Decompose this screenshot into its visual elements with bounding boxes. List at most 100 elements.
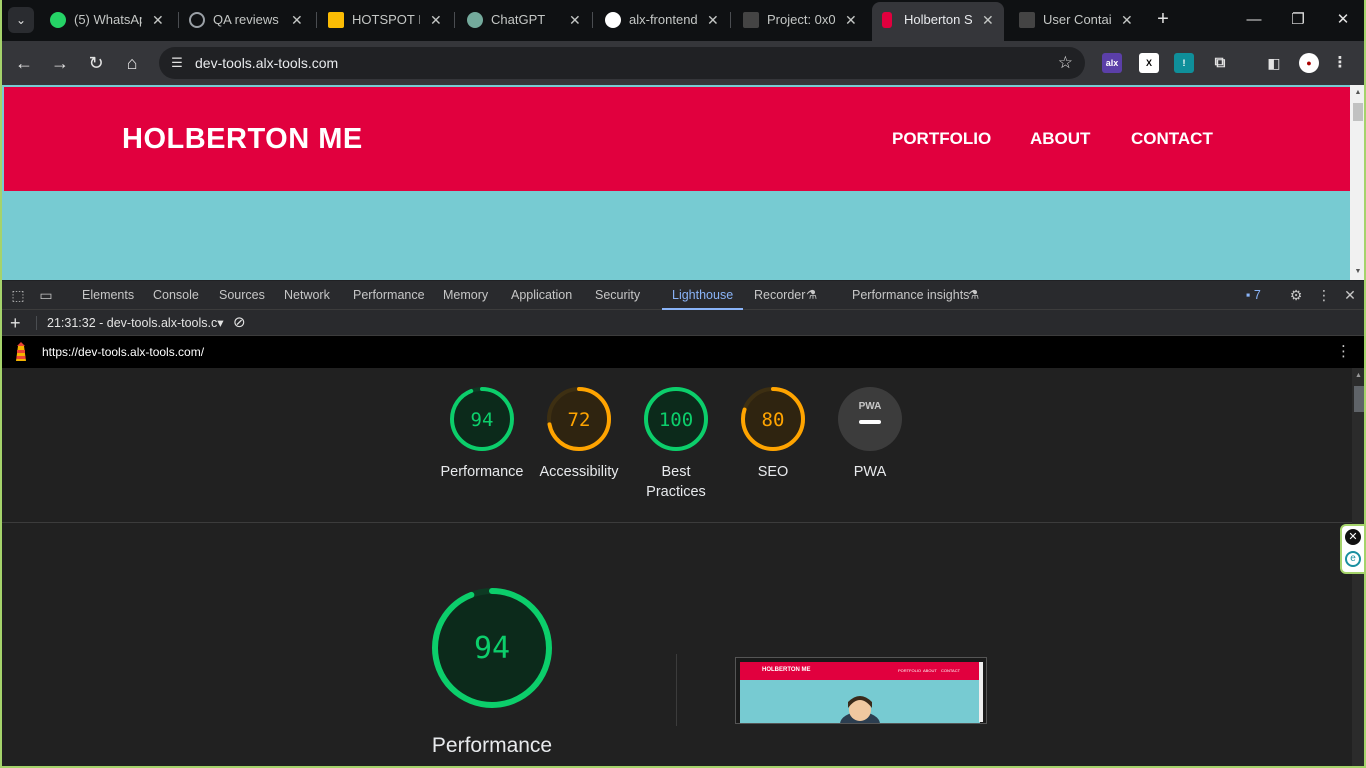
score-gauge-best-practices[interactable]: 100 Best Practices bbox=[626, 386, 726, 502]
nav-portfolio[interactable]: PORTFOLIO bbox=[892, 129, 991, 149]
site-info-icon[interactable]: ☰ bbox=[167, 53, 187, 73]
holberton-icon bbox=[882, 12, 892, 28]
chatgpt-icon bbox=[467, 12, 483, 28]
report-url-bar: https://dev-tools.alx-tools.com/ ⋮ bbox=[2, 336, 1364, 368]
browser-tab[interactable]: User Contain ✕ bbox=[1019, 6, 1137, 34]
tab-security[interactable]: Security bbox=[595, 281, 640, 310]
lighthouse-report: 94 Performance 72 Accessibility 100 Best Prac… bbox=[2, 368, 1352, 766]
main-score-value: 94 bbox=[474, 631, 510, 666]
devtools-menu-icon[interactable]: ⋮ bbox=[1315, 286, 1333, 304]
close-icon[interactable]: ✕ bbox=[1345, 529, 1361, 545]
score-gauge-performance[interactable]: 94 Performance bbox=[432, 386, 532, 482]
score-gauge-pwa[interactable]: PWA PWA bbox=[820, 386, 920, 482]
issues-icon: ▪ bbox=[1246, 288, 1251, 302]
browser-tab[interactable]: alx-frontend ✕ bbox=[605, 6, 725, 34]
close-tab-icon[interactable]: ✕ bbox=[430, 6, 442, 34]
address-bar[interactable]: ☰ dev-tools.alx-tools.com ☆ bbox=[159, 47, 1085, 79]
back-button[interactable]: ← bbox=[12, 51, 36, 75]
browser-window: ⌄ (5) WhatsApp ✕ QA reviews | ✕ HOTSPOT … bbox=[0, 0, 1366, 768]
home-button[interactable]: ⌂ bbox=[120, 51, 144, 75]
site-logo[interactable]: HOLBERTON ME bbox=[122, 123, 363, 156]
score-label: Best Practices bbox=[646, 464, 706, 500]
page-screenshot-thumbnail[interactable]: HOLBERTON ME PORTFOLIO ABOUT CONTACT bbox=[735, 657, 987, 724]
score-label: Performance bbox=[440, 464, 524, 480]
score-value: 100 bbox=[659, 409, 693, 431]
tab-lighthouse[interactable]: Lighthouse bbox=[662, 281, 744, 310]
edge-e-icon[interactable]: e bbox=[1345, 551, 1361, 567]
tab-search-button[interactable]: ⌄ bbox=[8, 7, 34, 33]
browser-tab-active[interactable]: Holberton Sc ✕ bbox=[872, 2, 1004, 41]
browser-tab[interactable]: (5) WhatsApp ✕ bbox=[50, 6, 172, 34]
tab-strip: ⌄ (5) WhatsApp ✕ QA reviews | ✕ HOTSPOT … bbox=[2, 0, 1364, 41]
minimize-button[interactable]: — bbox=[1244, 8, 1264, 32]
close-tab-icon[interactable]: ✕ bbox=[707, 6, 719, 34]
nav-contact[interactable]: CONTACT bbox=[1131, 129, 1213, 149]
thumbnail-nav-portfolio: PORTFOLIO bbox=[898, 668, 922, 673]
github-icon bbox=[605, 12, 621, 28]
tab-console[interactable]: Console bbox=[153, 281, 199, 310]
close-tab-icon[interactable]: ✕ bbox=[152, 6, 164, 34]
tab-application[interactable]: Application bbox=[511, 281, 572, 310]
new-tab-button[interactable]: + bbox=[1153, 8, 1173, 32]
report-url[interactable]: https://dev-tools.alx-tools.com/ bbox=[42, 336, 204, 368]
puzzle-extension-icon[interactable]: X bbox=[1139, 53, 1159, 73]
tab-recorder[interactable]: Recorder bbox=[754, 281, 805, 310]
floating-extension-widget[interactable]: ✕ e bbox=[1340, 524, 1364, 574]
report-selector[interactable]: 21:31:32 - dev-tools.alx-tools.c▾ bbox=[47, 310, 224, 336]
alx-icon bbox=[1019, 12, 1035, 28]
tab-memory[interactable]: Memory bbox=[443, 281, 488, 310]
page-scrollbar[interactable]: ▲ ▼ bbox=[1350, 85, 1364, 280]
issues-counter[interactable]: ▪ 7 bbox=[1246, 281, 1261, 310]
thumbnail-nav-contact: CONTACT bbox=[941, 668, 961, 673]
settings-gear-icon[interactable]: ⚙ bbox=[1287, 286, 1305, 304]
pwa-dash-icon bbox=[859, 420, 881, 424]
score-value: 72 bbox=[568, 409, 591, 431]
device-toolbar-icon[interactable]: ▭ bbox=[37, 286, 55, 304]
tab-performance-insights[interactable]: Performance insights bbox=[852, 281, 969, 310]
inspect-element-icon[interactable]: ⬚ bbox=[9, 286, 27, 304]
score-gauge-seo[interactable]: 80 SEO bbox=[723, 386, 823, 482]
devtools-tabbar: ⬚ ▭ Elements Console Sources Network Per… bbox=[2, 281, 1364, 310]
close-tab-icon[interactable]: ✕ bbox=[1121, 6, 1133, 34]
side-panel-icon[interactable]: ◧ bbox=[1264, 53, 1284, 73]
recorder-flask-icon: ⚗ bbox=[806, 288, 818, 302]
tab-network[interactable]: Network bbox=[284, 281, 330, 310]
close-tab-icon[interactable]: ✕ bbox=[569, 6, 581, 34]
tab-sources[interactable]: Sources bbox=[219, 281, 265, 310]
report-menu-icon[interactable]: ⋮ bbox=[1336, 336, 1351, 368]
nav-about[interactable]: ABOUT bbox=[1030, 129, 1090, 149]
pwa-badge-text: PWA bbox=[859, 401, 882, 412]
google-drive-icon bbox=[328, 12, 344, 28]
restore-button[interactable]: ❐ bbox=[1288, 8, 1308, 32]
performance-main-gauge: 94 bbox=[430, 586, 554, 715]
tab-performance[interactable]: Performance bbox=[353, 281, 425, 310]
tab-elements[interactable]: Elements bbox=[82, 281, 134, 310]
alx-extension-icon[interactable]: alx bbox=[1102, 53, 1122, 73]
score-value: 80 bbox=[762, 409, 785, 431]
close-tab-icon[interactable]: ✕ bbox=[291, 6, 303, 34]
close-devtools-icon[interactable]: ✕ bbox=[1341, 286, 1359, 304]
clear-reports-icon[interactable]: ⊘ bbox=[233, 310, 246, 336]
close-window-button[interactable]: ✕ bbox=[1333, 8, 1353, 32]
browser-tab[interactable]: ChatGPT ✕ bbox=[467, 6, 585, 34]
score-label: Accessibility bbox=[539, 464, 619, 480]
chrome-menu-icon[interactable]: ⋮ bbox=[1330, 53, 1350, 73]
score-gauge-accessibility[interactable]: 72 Accessibility bbox=[529, 386, 629, 482]
browser-tab[interactable]: QA reviews | ✕ bbox=[189, 6, 311, 34]
thumbnail-nav-about: ABOUT bbox=[923, 668, 937, 673]
bookmark-star-icon[interactable]: ☆ bbox=[1058, 47, 1073, 79]
forward-button[interactable]: → bbox=[48, 51, 72, 75]
browser-tab[interactable]: HOTSPOT IN ✕ bbox=[328, 6, 448, 34]
close-tab-icon[interactable]: ✕ bbox=[982, 2, 994, 38]
close-tab-icon[interactable]: ✕ bbox=[845, 6, 857, 34]
extensions-icon[interactable]: ⧉ bbox=[1210, 53, 1230, 73]
profile-avatar[interactable]: ● bbox=[1299, 53, 1319, 73]
shield-extension-icon[interactable]: ! bbox=[1174, 53, 1194, 73]
dropdown-arrow-icon: ▾ bbox=[217, 316, 224, 330]
address-text[interactable]: dev-tools.alx-tools.com bbox=[195, 47, 338, 79]
avatar-illustration bbox=[840, 696, 880, 723]
new-report-icon[interactable]: + bbox=[10, 310, 21, 336]
reload-button[interactable]: ↻ bbox=[84, 51, 108, 75]
loading-icon bbox=[189, 12, 205, 28]
browser-tab[interactable]: Project: 0x01 ✕ bbox=[743, 6, 863, 34]
